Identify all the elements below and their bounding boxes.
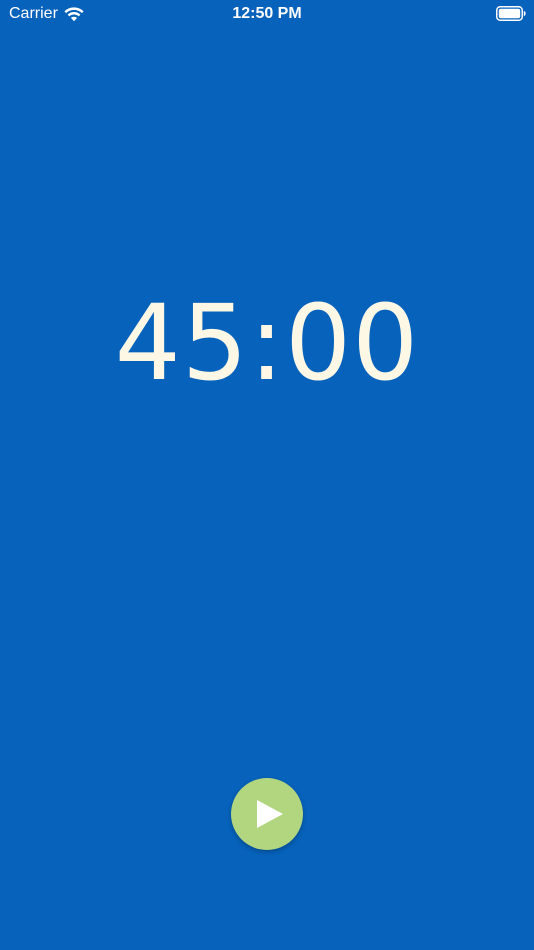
status-time: 12:50 PM — [232, 5, 302, 22]
status-bar: Carrier 12:50 PM — [0, 0, 534, 28]
timer-screen: Carrier 12:50 PM 45:00 — [0, 0, 534, 950]
battery-icon — [496, 6, 526, 21]
play-button[interactable] — [231, 778, 303, 850]
timer-display: 45:00 — [114, 282, 420, 404]
play-icon — [256, 800, 283, 828]
